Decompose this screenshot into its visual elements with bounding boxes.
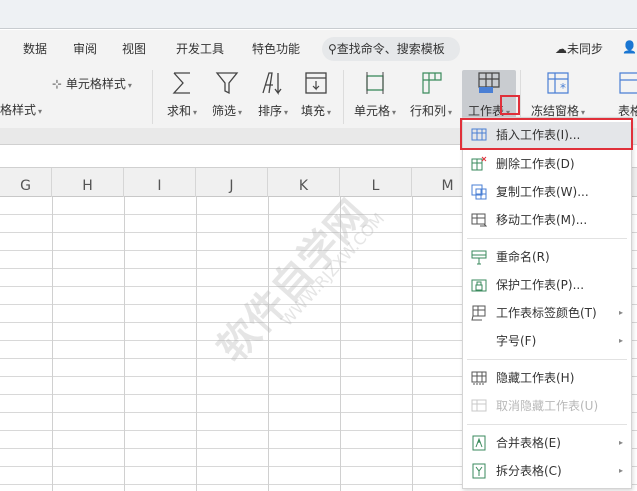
menu-item-hide-sheet[interactable]: 隐藏工作表(H): [463, 365, 631, 391]
column-header-k[interactable]: K: [268, 168, 340, 197]
delete-sheet-icon: [471, 156, 487, 171]
column-header-j[interactable]: J: [196, 168, 268, 197]
table-tools-button[interactable]: 表格: [610, 66, 637, 122]
column-header-i[interactable]: I: [124, 168, 196, 197]
fill-button[interactable]: 填充 ▾: [296, 66, 336, 122]
grid-line: [124, 197, 125, 491]
divider: [520, 70, 521, 124]
cell-style-icon: ⊹: [52, 77, 63, 91]
rename-icon: [471, 250, 487, 265]
menu-separator: [467, 238, 627, 239]
submenu-arrow-icon: ▸: [618, 308, 623, 317]
grid-line: [268, 197, 269, 491]
tab-review[interactable]: 审阅: [73, 40, 97, 57]
column-header-l[interactable]: L: [340, 168, 412, 197]
cell-icon: [366, 72, 384, 94]
cell-button[interactable]: 单元格 ▾: [350, 66, 400, 122]
insert-sheet-highlight: [460, 118, 633, 150]
menu-item-delete-sheet[interactable]: 删除工作表(D): [463, 151, 631, 177]
menu-separator: [467, 424, 627, 425]
svg-text:*: *: [560, 81, 566, 95]
move-sheet-icon: [471, 213, 487, 227]
menu-item-tab-color[interactable]: 工作表标签颜色(T) ▸: [463, 300, 631, 326]
cell-style-button[interactable]: ⊹ 单元格样式 ▾: [52, 75, 132, 92]
table-icon: [619, 72, 637, 94]
split-table-icon: [472, 463, 486, 479]
worksheet-menu: 插入工作表(I)... 删除工作表(D) 复制工作表(W)... 移动工作表(M…: [462, 117, 632, 489]
submenu-arrow-icon: ▸: [618, 336, 623, 345]
tab-data[interactable]: 数据: [23, 40, 47, 57]
sort-button[interactable]: 排序 ▾: [252, 66, 294, 122]
sort-icon: [262, 72, 282, 95]
dropdown-arrow-highlight[interactable]: [500, 95, 520, 115]
unhide-sheet-icon: [471, 399, 487, 412]
menu-item-move-sheet[interactable]: 移动工作表(M)...: [463, 207, 631, 233]
sum-button[interactable]: 求和 ▾: [162, 66, 202, 122]
grid-line: [196, 197, 197, 491]
title-bar: [0, 0, 637, 29]
filter-button[interactable]: 筛选 ▾: [206, 66, 248, 122]
menu-separator: [467, 359, 627, 360]
cloud-icon: ☁: [555, 42, 567, 56]
search-input[interactable]: ⚲查找命令、搜索模板: [322, 37, 460, 61]
tab-view[interactable]: 视图: [122, 40, 146, 57]
menu-item-font-size[interactable]: 字号(F) ▸: [463, 328, 631, 354]
submenu-arrow-icon: ▸: [618, 438, 623, 447]
menu-item-split-table[interactable]: 拆分表格(C) ▸: [463, 458, 631, 484]
column-header-h[interactable]: H: [52, 168, 124, 197]
grid-line: [340, 197, 341, 491]
search-icon: ⚲: [328, 42, 337, 56]
submenu-arrow-icon: ▸: [618, 466, 623, 475]
menu-item-protect-sheet[interactable]: 保护工作表(P)...: [463, 272, 631, 298]
freeze-panes-button[interactable]: * 冻结窗格 ▾: [528, 66, 588, 122]
sync-status[interactable]: ☁未同步: [555, 40, 603, 57]
worksheet-icon: [478, 72, 500, 93]
divider: [152, 70, 153, 124]
menu-item-unhide-sheet: 取消隐藏工作表(U): [463, 393, 631, 419]
column-header-g[interactable]: G: [0, 168, 52, 197]
freeze-panes-icon: *: [547, 72, 569, 95]
fill-icon: [305, 72, 327, 94]
filter-icon: [215, 72, 239, 95]
sum-icon: [172, 72, 190, 94]
protect-sheet-icon: [471, 279, 487, 292]
table-style-button[interactable]: 格样式 ▾: [0, 101, 42, 118]
menu-item-rename[interactable]: 重命名(R): [463, 244, 631, 270]
grid-line: [412, 197, 413, 491]
row-column-button[interactable]: 行和列 ▾: [406, 66, 456, 122]
divider: [343, 70, 344, 124]
merge-table-icon: [472, 435, 486, 451]
copy-sheet-icon: [471, 184, 487, 200]
menu-item-merge-table[interactable]: 合并表格(E) ▸: [463, 430, 631, 456]
hide-sheet-icon: [471, 371, 487, 385]
tab-color-icon: [471, 305, 486, 321]
ribbon-tabs: 数据 审阅 视图 开发工具 特色功能 ☁未同步 👤: [0, 30, 637, 66]
grid-line: [52, 197, 53, 491]
tab-features[interactable]: 特色功能: [252, 40, 300, 57]
share-user-icon[interactable]: 👤: [622, 40, 637, 54]
tab-developer[interactable]: 开发工具: [176, 40, 224, 57]
row-column-icon: [422, 72, 442, 94]
menu-item-copy-sheet[interactable]: 复制工作表(W)...: [463, 179, 631, 205]
